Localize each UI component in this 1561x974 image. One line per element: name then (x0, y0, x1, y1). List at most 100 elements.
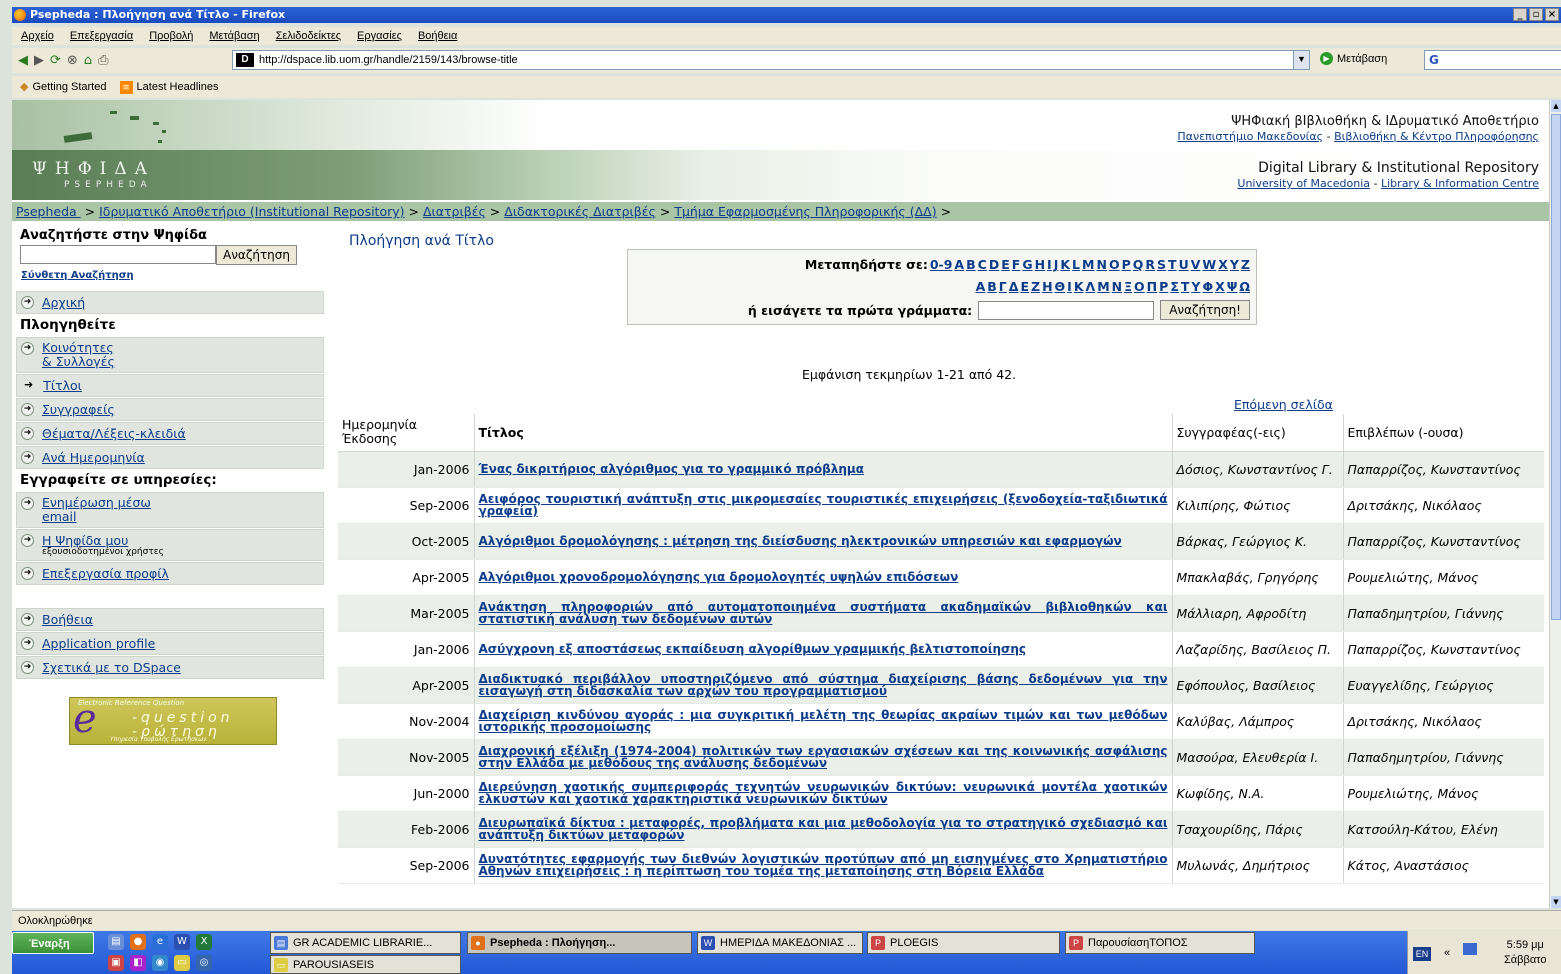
sidebar-item-label[interactable]: Ενημέρωση μέσω email (42, 496, 151, 524)
firefox-quicklaunch-icon[interactable]: ● (130, 934, 146, 950)
item-title-link[interactable]: Ανάκτηση πληροφοριών από αυτοματοποιημέν… (479, 600, 1168, 626)
sidebar-item-communities[interactable]: ➜ Κοινότητες & Συλλογές (16, 337, 324, 373)
stop-icon[interactable]: ⊗ (67, 53, 78, 68)
breadcrumb-link[interactable]: Ιδρυματικό Αποθετήριο (Institutional Rep… (99, 204, 404, 219)
greek-letter-link[interactable]: Ο (1134, 279, 1145, 294)
menu-item[interactable]: Προβολή (149, 27, 193, 45)
greek-letter-link[interactable]: Ε (1020, 279, 1029, 294)
letter-link[interactable]: N (1096, 257, 1106, 272)
equestion-banner[interactable]: e Electronic Reference Question -questio… (69, 697, 277, 745)
item-title-link[interactable]: Αειφόρος τουριστική ανάπτυξη στις μικρομ… (479, 492, 1168, 518)
greek-letter-link[interactable]: Θ (1055, 279, 1066, 294)
reload-icon[interactable]: ⟳ (50, 53, 61, 68)
jump-search-button[interactable]: Αναζήτηση! (1160, 300, 1250, 320)
letter-link[interactable]: Y (1230, 257, 1239, 272)
letter-link[interactable]: Z (1241, 257, 1250, 272)
sidebar-item-titles[interactable]: ➜ Τίτλοι (16, 374, 324, 397)
menu-item[interactable]: Σελιδοδείκτες (276, 27, 341, 45)
language-indicator[interactable]: EN (1413, 947, 1431, 961)
network-icon[interactable] (1463, 943, 1477, 955)
bookmark-getting-started[interactable]: Getting Started (32, 81, 106, 93)
scroll-down-icon[interactable]: ▼ (1551, 896, 1561, 908)
scroll-up-icon[interactable]: ▲ (1551, 100, 1561, 112)
desktop-icon[interactable]: ▤ (108, 934, 124, 950)
item-title-link[interactable]: Δυνατότητες εφαρμογής των διεθνών λογιστ… (479, 852, 1168, 878)
greek-letter-link[interactable]: Ξ (1124, 279, 1132, 294)
url-dropdown-icon[interactable]: ▼ (1293, 51, 1309, 69)
taskbar-task-academic[interactable]: ▤ GR ACADEMIC LIBRARIE... (270, 932, 461, 954)
breadcrumb-link[interactable]: Psepheda (16, 204, 81, 219)
letter-link[interactable]: S (1157, 257, 1166, 272)
back-icon[interactable]: ◀ (18, 53, 28, 68)
greek-letter-link[interactable]: Φ (1202, 279, 1213, 294)
letter-link[interactable]: 0-9 (930, 257, 953, 272)
greek-letter-link[interactable]: Δ (1009, 279, 1019, 294)
sidebar-item-subjects[interactable]: ➜ Θέματα/Λέξεις-κλειδιά (16, 422, 324, 445)
breadcrumb-link[interactable]: Τμήμα Εφαρμοσμένης Πληροφορικής (ΔΔ) (674, 204, 936, 219)
greek-letter-link[interactable]: Ν (1112, 279, 1122, 294)
letter-link[interactable]: C (978, 257, 987, 272)
greek-letter-link[interactable]: Ζ (1031, 279, 1040, 294)
menu-item[interactable]: Αρχείο (21, 27, 54, 45)
sidebar-item-authors[interactable]: ➜ Συγγραφείς (16, 398, 324, 421)
app-icon[interactable]: ◧ (130, 955, 146, 971)
greek-letter-link[interactable]: Χ (1215, 279, 1225, 294)
letter-link[interactable]: G (1022, 257, 1032, 272)
print-icon[interactable]: ⎙ (98, 53, 108, 68)
sidebar-item-label[interactable]: Ανά Ημερομηνία (42, 450, 145, 465)
letter-link[interactable]: I (1047, 257, 1052, 272)
sidebar-item-label[interactable]: Θέματα/Λέξεις-κλειδιά (42, 426, 186, 441)
item-title-link[interactable]: Διευρωπαϊκά δίκτυα : μεταφορές, προβλήμα… (479, 816, 1168, 842)
greek-letter-link[interactable]: Ω (1239, 279, 1250, 294)
breadcrumb-link[interactable]: Διατριβές (423, 204, 486, 219)
sidebar-item-email-alerts[interactable]: ➜ Ενημέρωση μέσω email (16, 492, 324, 528)
letter-link[interactable]: V (1191, 257, 1201, 272)
greek-letter-link[interactable]: Μ (1097, 279, 1109, 294)
letter-link[interactable]: H (1035, 257, 1045, 272)
url-bar[interactable]: D http://dspace.lib.uom.gr/handle/2159/1… (232, 50, 1310, 70)
item-title-link[interactable]: Αλγόριθμοι δρομολόγησης : μέτρηση της δι… (479, 534, 1122, 548)
letter-link[interactable]: Q (1133, 257, 1144, 272)
first-letters-input[interactable] (978, 300, 1155, 320)
app-icon[interactable]: ◎ (196, 955, 212, 971)
sidebar-item-label[interactable]: Βοήθεια (42, 612, 93, 627)
scrollbar-thumb[interactable] (1551, 114, 1561, 620)
clock[interactable]: 5:59 μμ Σάββατο (1504, 938, 1546, 968)
word-icon[interactable]: W (174, 934, 190, 950)
greek-letter-link[interactable]: Ρ (1159, 279, 1168, 294)
vertical-scrollbar[interactable]: ▲ ▼ (1549, 100, 1561, 908)
item-title-link[interactable]: Διαχείριση κινδύνου αγοράς : μια συγκριτ… (479, 708, 1168, 734)
sidebar-item-about-dspace[interactable]: ➜ Σχετικά με το DSpace (16, 656, 324, 679)
item-title-link[interactable]: Διαδικτυακό περιβάλλον υποστηριζόμενο απ… (479, 672, 1168, 698)
menu-item[interactable]: Εργασίες (357, 27, 402, 45)
go-button[interactable]: ▶ Μετάβαση (1320, 52, 1387, 65)
close-button[interactable]: × (1545, 8, 1559, 21)
letter-link[interactable]: P (1122, 257, 1131, 272)
sidebar-search-input[interactable] (20, 245, 216, 264)
letter-link[interactable]: J (1054, 257, 1059, 272)
home-icon[interactable]: ⌂ (84, 53, 92, 68)
sidebar-item-label[interactable]: Τίτλοι (43, 378, 82, 393)
taskbar-task-parousiasi[interactable]: P ΠαρουσίασηΤΟΠΟΣ (1065, 932, 1255, 954)
sidebar-search-button[interactable]: Αναζήτηση (216, 245, 297, 265)
link-university-gr[interactable]: Πανεπιστήμιο Μακεδονίας (1177, 130, 1323, 143)
sidebar-item-label[interactable]: Application profile (42, 636, 155, 651)
letter-link[interactable]: B (966, 257, 976, 272)
sidebar-item-edit-profile[interactable]: ➜ Επεξεργασία προφίλ (16, 562, 324, 585)
sidebar-item-help[interactable]: ➜ Βοήθεια (16, 608, 324, 631)
letter-link[interactable]: W (1202, 257, 1216, 272)
forward-icon[interactable]: ▶ (34, 53, 44, 68)
tray-expand-icon[interactable]: « (1444, 947, 1450, 959)
item-title-link[interactable]: Αλγόριθμοι χρονοδρομολόγησης για δρομολο… (479, 570, 959, 584)
letter-link[interactable]: R (1145, 257, 1155, 272)
taskbar-task-parousiaseis[interactable]: ▭ PAROUSIASEIS (270, 955, 461, 974)
letter-link[interactable]: K (1060, 257, 1070, 272)
letter-link[interactable]: X (1218, 257, 1228, 272)
greek-letter-link[interactable]: Κ (1074, 279, 1084, 294)
excel-icon[interactable]: X (196, 934, 212, 950)
letter-link[interactable]: O (1109, 257, 1120, 272)
item-title-link[interactable]: Διερεύνηση χαοτικής συμπεριφοράς τεχνητώ… (479, 780, 1168, 806)
sidebar-item-label[interactable]: Η Ψηφίδα μου (42, 533, 128, 548)
sidebar-item-my-psepheda[interactable]: ➜ Η Ψηφίδα μου εξουσιοδοτημένοι χρήστες (16, 529, 324, 561)
menu-item[interactable]: Μετάβαση (209, 27, 259, 45)
